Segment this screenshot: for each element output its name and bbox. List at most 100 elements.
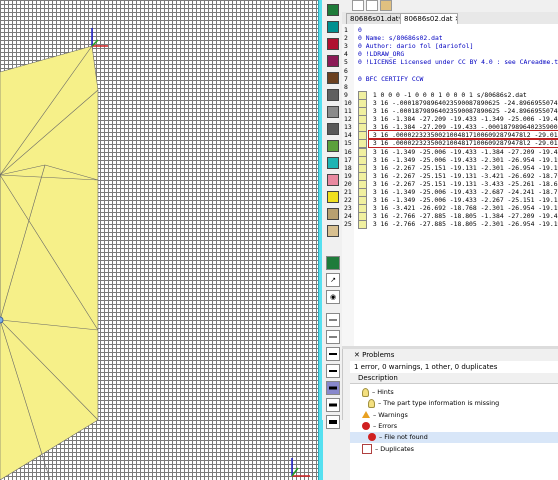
- line-number: 20: [344, 179, 352, 188]
- code-line[interactable]: 9 1 0 0 0 -1 0 0 0 1 0 0 0 1 s/80686s2.d…: [342, 90, 527, 100]
- line-text: 0 Name: s/80686s02.dat: [358, 34, 443, 43]
- color-swatch-12[interactable]: [327, 191, 339, 203]
- code-line[interactable]: 25 3 16 -2.766 -27.885 -18.805 -2.301 -2…: [342, 220, 558, 230]
- line-number: 21: [344, 188, 352, 196]
- color-palette: ↗ ◉: [322, 0, 343, 429]
- line-text: 3 16 -1.384 -27.209 -19.433 -.0001879896…: [372, 123, 558, 132]
- code-line[interactable]: 23 3 16 -3.421 -26.692 -18.768 -2.301 -2…: [342, 204, 558, 214]
- problem-label: – The part type information is missing: [378, 399, 500, 408]
- code-line[interactable]: 5 0 !LICENSE Licensed under CC BY 4.0 : s…: [342, 58, 558, 66]
- code-line[interactable]: 10 3 16 -.00018798964023590087890625 -24…: [342, 98, 558, 108]
- code-line[interactable]: 18 3 16 -2.267 -25.151 -19.131 -2.301 -2…: [342, 163, 558, 173]
- eye-icon[interactable]: ◉: [326, 290, 340, 304]
- line-width-button-5[interactable]: [326, 381, 340, 395]
- problem-label: – Errors: [373, 421, 398, 430]
- line-width-button-7[interactable]: [326, 415, 340, 429]
- color-swatch-5[interactable]: [327, 72, 339, 84]
- code-line[interactable]: 17 3 16 -1.349 -25.006 -19.433 -2.301 -2…: [342, 155, 558, 165]
- code-line[interactable]: 21 3 16 -1.349 -25.006 -19.433 -2.687 -2…: [342, 188, 558, 197]
- color-swatch-1[interactable]: [327, 4, 339, 16]
- save-icon[interactable]: [380, 0, 392, 11]
- code-line[interactable]: 12 3 16 -1.384 -27.209 -19.433 -1.349 -2…: [342, 115, 558, 125]
- problem-label: – Duplicates: [375, 444, 415, 453]
- color-swatch-7[interactable]: [327, 106, 339, 118]
- problem-row[interactable]: – The part type information is missing: [368, 398, 499, 409]
- line-width-button-6[interactable]: [326, 398, 340, 412]
- line-text: 3 16 -1.384 -27.209 -19.433 -1.349 -25.0…: [372, 115, 558, 124]
- line-type-marker: [357, 220, 367, 230]
- picker-icon[interactable]: ↗: [326, 273, 340, 287]
- code-line[interactable]: 7 0 BFC CERTIFY CCW: [342, 75, 423, 83]
- green-color-button[interactable]: [326, 256, 340, 270]
- code-line[interactable]: 13 3 16 -1.384 -27.209 -19.433 -.0001879…: [342, 123, 558, 133]
- code-line[interactable]: 6: [342, 67, 358, 75]
- problem-row[interactable]: – Warnings: [362, 410, 408, 421]
- code-line[interactable]: 3 0 Author: dario fol [dariofol]: [342, 42, 473, 50]
- line-number: 7: [344, 74, 348, 83]
- bulb-icon: [368, 398, 375, 408]
- color-swatch-6[interactable]: [327, 89, 339, 101]
- color-swatch-13[interactable]: [327, 208, 339, 220]
- line-text: 3 16 -2.267 -25.151 -19.131 -2.301 -26.9…: [372, 163, 558, 172]
- problem-row[interactable]: – Errors: [362, 421, 397, 432]
- color-swatch-9[interactable]: [327, 140, 339, 152]
- line-number: 3: [344, 42, 348, 51]
- line-number: 9: [344, 90, 348, 99]
- code-line[interactable]: 4 0 !LDRAW_ORG: [342, 50, 404, 58]
- code-line[interactable]: 24 3 16 -2.766 -27.885 -18.805 -1.384 -2…: [342, 212, 558, 222]
- line-text: 0 BFC CERTIFY CCW: [358, 74, 424, 83]
- color-swatch-11[interactable]: [327, 174, 339, 186]
- code-line[interactable]: 11 3 16 -.00018798964023590087890625 -24…: [342, 107, 558, 116]
- line-text: 0 Author: dario fol [dariofol]: [358, 42, 474, 51]
- code-line[interactable]: 10: [342, 26, 362, 34]
- close-icon[interactable]: ✕: [354, 351, 362, 359]
- problem-row[interactable]: – Hints: [362, 387, 394, 398]
- line-number: 8: [344, 82, 348, 91]
- problem-row[interactable]: – File not found: [350, 432, 558, 444]
- line-number: 22: [344, 196, 352, 205]
- code-line[interactable]: 20 3 16 -2.267 -25.151 -19.131 -3.433 -2…: [342, 179, 558, 189]
- line-number: 13: [344, 123, 352, 132]
- line-number: 6: [344, 66, 348, 75]
- warning-icon: [362, 411, 370, 419]
- bulb-icon: [362, 387, 369, 397]
- color-swatch-3[interactable]: [327, 38, 339, 50]
- color-swatch-14[interactable]: [327, 225, 339, 237]
- code-line[interactable]: 22 3 16 -1.349 -25.006 -19.433 -2.267 -2…: [342, 196, 558, 206]
- line-text: [354, 83, 358, 91]
- line-text: 0 !LICENSE Licensed under CC BY 4.0 : se…: [358, 58, 558, 67]
- line-text: 3 16 -1.349 -25.006 -19.433 -2.267 -25.1…: [372, 196, 558, 205]
- code-line[interactable]: 19 3 16 -2.267 -25.151 -19.131 -3.421 -2…: [342, 171, 558, 181]
- color-swatch-10[interactable]: [327, 157, 339, 169]
- line-number: 12: [344, 115, 352, 124]
- line-width-button-3[interactable]: [326, 347, 340, 361]
- line-text: 3 16 -1.349 -25.006 -19.433 -1.384 -27.2…: [372, 147, 558, 156]
- close-icon[interactable]: ✕: [455, 15, 457, 23]
- problems-tab[interactable]: ✕ Problems: [350, 349, 558, 361]
- line-width-button-2[interactable]: [326, 330, 340, 344]
- description-column-header[interactable]: Description: [350, 373, 558, 384]
- new-icon[interactable]: [352, 0, 364, 11]
- code-line[interactable]: 2 0 Name: s/80686s02.dat: [342, 34, 443, 42]
- open-icon[interactable]: [366, 0, 378, 11]
- code-line[interactable]: 15 3 16 .0000223235002100481710060928794…: [342, 138, 558, 149]
- code-line[interactable]: 16 3 16 -1.349 -25.006 -19.433 -1.384 -2…: [342, 147, 558, 157]
- line-text: 3 16 -3.421 -26.692 -18.768 -2.301 -26.9…: [372, 204, 558, 213]
- code-line[interactable]: 8: [342, 83, 358, 91]
- line-number: 14: [344, 131, 352, 140]
- color-swatch-8[interactable]: [327, 123, 339, 135]
- color-swatch-2[interactable]: [327, 21, 339, 33]
- code-editor[interactable]: 1020 Name: s/80686s02.dat 3 0 Author: dari…: [342, 24, 558, 346]
- line-text: 3 16 -1.349 -25.006 -19.433 -2.687 -24.2…: [372, 188, 558, 196]
- axis-gizmo-corner: [291, 458, 310, 477]
- line-width-button-4[interactable]: [326, 364, 340, 378]
- problem-label: – Warnings: [373, 410, 408, 419]
- problem-row[interactable]: – Duplicates: [362, 443, 415, 455]
- color-swatch-4[interactable]: [327, 55, 339, 67]
- line-text: 3 16 .000022323500210048171006092879478l…: [367, 138, 558, 149]
- line-text: 0: [358, 26, 362, 34]
- line-width-button-1[interactable]: [326, 313, 340, 327]
- line-number: 1: [344, 26, 348, 34]
- line-text: 3 16 -2.766 -27.885 -18.805 -1.384 -27.2…: [372, 212, 558, 221]
- 3d-viewport[interactable]: [0, 0, 318, 480]
